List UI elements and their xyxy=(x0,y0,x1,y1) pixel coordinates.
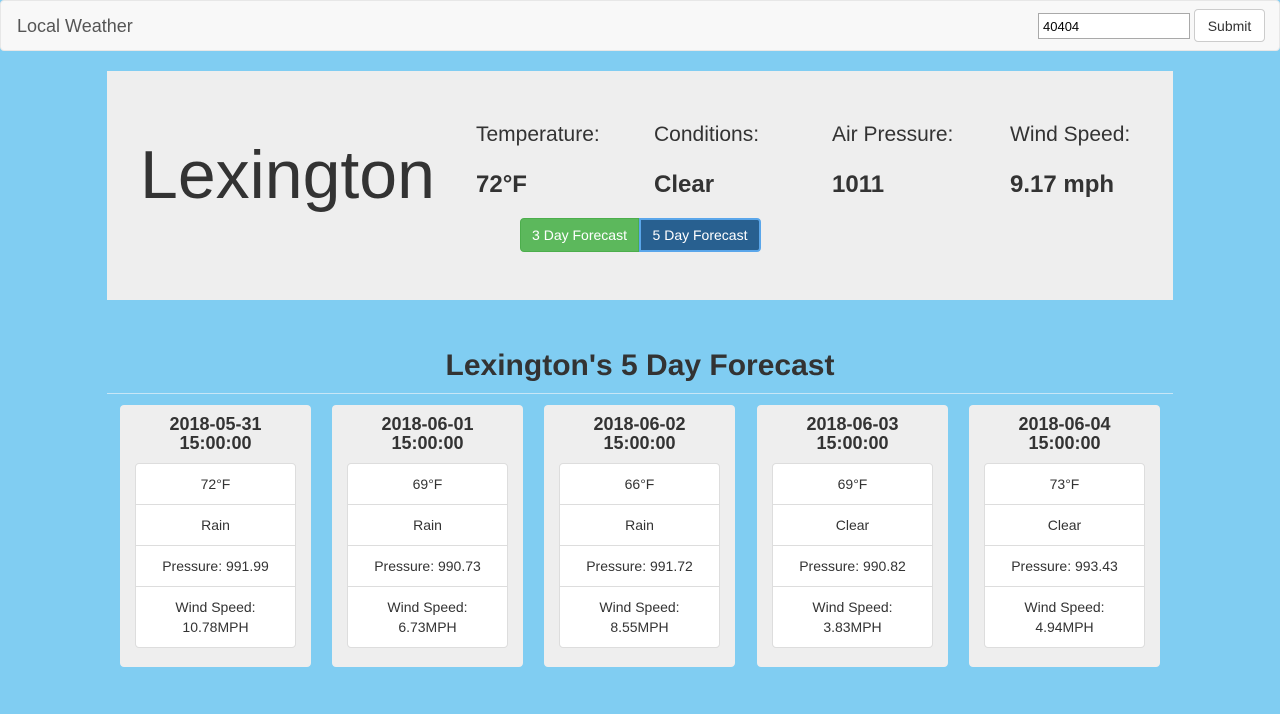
forecast-card: 2018-06-01 15:00:00 69°F Rain Pressure: … xyxy=(332,405,523,667)
temperature-label: Temperature: xyxy=(476,123,600,146)
brand-link[interactable]: Local Weather xyxy=(17,16,133,36)
forecast-date-time: 15:00:00 xyxy=(179,433,252,453)
forecast-title: Lexington's 5 Day Forecast xyxy=(445,349,835,382)
forecast-card: 2018-05-31 15:00:00 72°F Rain Pressure: … xyxy=(120,405,311,667)
forecast-date-time: 15:00:00 xyxy=(1028,433,1101,453)
forecast-wind: Wind Speed: 4.94MPH xyxy=(985,587,1144,647)
forecast-date-time: 15:00:00 xyxy=(391,433,464,453)
forecast-date-day: 2018-06-02 xyxy=(593,414,686,434)
forecast-wind-label: Wind Speed: xyxy=(1024,599,1105,615)
forecast-date: 2018-06-03 15:00:00 xyxy=(757,415,948,453)
forecast-wind-value: 8.55MPH xyxy=(610,619,669,635)
forecast-date-day: 2018-06-03 xyxy=(806,414,899,434)
forecast-date-time: 15:00:00 xyxy=(816,433,889,453)
forecast-pressure: Pressure: 991.72 xyxy=(560,546,719,587)
forecast-date-day: 2018-05-31 xyxy=(169,414,262,434)
forecast-list: 69°F Clear Pressure: 990.82 Wind Speed: … xyxy=(772,463,933,648)
forecast-card: 2018-06-03 15:00:00 69°F Clear Pressure:… xyxy=(757,405,948,667)
forecast-temp: 69°F xyxy=(773,464,932,505)
forecast-pressure: Pressure: 990.73 xyxy=(348,546,507,587)
wind-speed-stat: Wind Speed: 9.17 mph xyxy=(1010,123,1180,199)
forecast-date: 2018-06-01 15:00:00 xyxy=(332,415,523,453)
air-pressure-label: Air Pressure: xyxy=(832,123,954,146)
forecast-wind-label: Wind Speed: xyxy=(812,599,893,615)
forecast-wind: Wind Speed: 10.78MPH xyxy=(136,587,295,647)
forecast-conditions: Clear xyxy=(985,505,1144,546)
forecast-date-day: 2018-06-01 xyxy=(381,414,474,434)
forecast-divider xyxy=(107,393,1173,394)
forecast-conditions: Rain xyxy=(136,505,295,546)
forecast-wind-value: 6.73MPH xyxy=(398,619,457,635)
conditions-stat: Conditions: Clear xyxy=(654,123,824,199)
forecast-wind-label: Wind Speed: xyxy=(175,599,256,615)
forecast-pressure: Pressure: 990.82 xyxy=(773,546,932,587)
forecast-wind: Wind Speed: 6.73MPH xyxy=(348,587,507,647)
city-name: Lexington xyxy=(140,137,435,213)
wind-speed-label: Wind Speed: xyxy=(1010,123,1131,146)
forecast-date-time: 15:00:00 xyxy=(603,433,676,453)
three-day-forecast-button[interactable]: 3 Day Forecast xyxy=(520,218,639,252)
forecast-wind-value: 10.78MPH xyxy=(182,619,249,635)
conditions-value: Clear xyxy=(654,171,715,198)
conditions-label: Conditions: xyxy=(654,123,760,146)
forecast-wind-label: Wind Speed: xyxy=(599,599,680,615)
forecast-conditions: Rain xyxy=(348,505,507,546)
forecast-list: 73°F Clear Pressure: 993.43 Wind Speed: … xyxy=(984,463,1145,648)
forecast-list: 66°F Rain Pressure: 991.72 Wind Speed: 8… xyxy=(559,463,720,648)
navbar: Local Weather Submit xyxy=(0,0,1280,51)
forecast-conditions: Rain xyxy=(560,505,719,546)
submit-button[interactable]: Submit xyxy=(1194,9,1265,42)
five-day-forecast-button[interactable]: 5 Day Forecast xyxy=(639,218,761,252)
forecast-temp: 72°F xyxy=(136,464,295,505)
temperature-stat: Temperature: 72°F xyxy=(476,123,646,199)
zip-input[interactable] xyxy=(1038,13,1190,39)
forecast-pressure: Pressure: 993.43 xyxy=(985,546,1144,587)
air-pressure-stat: Air Pressure: 1011 xyxy=(832,123,1002,199)
forecast-date: 2018-06-02 15:00:00 xyxy=(544,415,735,453)
forecast-card: 2018-06-04 15:00:00 73°F Clear Pressure:… xyxy=(969,405,1160,667)
forecast-conditions: Clear xyxy=(773,505,932,546)
forecast-card: 2018-06-02 15:00:00 66°F Rain Pressure: … xyxy=(544,405,735,667)
forecast-wind: Wind Speed: 3.83MPH xyxy=(773,587,932,647)
forecast-date: 2018-05-31 15:00:00 xyxy=(120,415,311,453)
wind-speed-value: 9.17 mph xyxy=(1010,171,1115,198)
forecast-pressure: Pressure: 991.99 xyxy=(136,546,295,587)
forecast-wind-value: 4.94MPH xyxy=(1035,619,1094,635)
current-weather-panel: Lexington Temperature: 72°F Conditions: … xyxy=(107,71,1173,300)
forecast-wind: Wind Speed: 8.55MPH xyxy=(560,587,719,647)
forecast-date: 2018-06-04 15:00:00 xyxy=(969,415,1160,453)
temperature-value: 72°F xyxy=(476,171,527,198)
forecast-list: 69°F Rain Pressure: 990.73 Wind Speed: 6… xyxy=(347,463,508,648)
forecast-wind-value: 3.83MPH xyxy=(823,619,882,635)
forecast-toggle-group: 3 Day Forecast 5 Day Forecast xyxy=(520,218,761,252)
forecast-temp: 73°F xyxy=(985,464,1144,505)
forecast-list: 72°F Rain Pressure: 991.99 Wind Speed: 1… xyxy=(135,463,296,648)
forecast-wind-label: Wind Speed: xyxy=(387,599,468,615)
forecast-temp: 69°F xyxy=(348,464,507,505)
forecast-temp: 66°F xyxy=(560,464,719,505)
air-pressure-value: 1011 xyxy=(832,171,885,198)
forecast-date-day: 2018-06-04 xyxy=(1018,414,1111,434)
